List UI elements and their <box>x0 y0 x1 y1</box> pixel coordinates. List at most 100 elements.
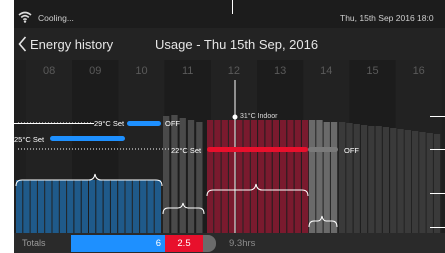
set-25-bar <box>50 136 125 141</box>
usage-bar <box>81 180 88 235</box>
usage-bar <box>147 180 154 235</box>
set-22-label: 22°C Set <box>171 146 202 155</box>
usage-bar <box>368 126 375 235</box>
usage-bar <box>52 180 59 235</box>
usage-bar <box>59 180 67 235</box>
set-22-bar <box>207 147 308 152</box>
callout-left-2 <box>0 149 14 150</box>
usage-bar <box>37 180 45 235</box>
usage-bar <box>390 128 397 235</box>
usage-bar <box>346 123 353 235</box>
hour-label-08: 08 <box>43 65 55 77</box>
hour-label-13: 13 <box>274 65 286 77</box>
usage-bar <box>412 131 419 235</box>
usage-bar <box>236 120 243 235</box>
usage-bar <box>294 120 301 235</box>
usage-bar <box>280 120 287 235</box>
total-heating: 2.5 <box>165 235 203 252</box>
usage-bar <box>397 129 404 235</box>
totals-bar: Totals 6 2.5 9.3hrs <box>14 233 445 253</box>
usage-bar <box>125 180 132 235</box>
usage-bar <box>207 120 214 235</box>
set-25-label: 25°C Set <box>14 135 45 144</box>
usage-bar <box>250 120 258 235</box>
usage-bar <box>74 180 81 235</box>
usage-bar <box>323 122 330 235</box>
usage-bar <box>132 180 140 235</box>
usage-bar <box>140 180 147 235</box>
callout-left-3 <box>0 180 14 181</box>
usage-bar <box>258 120 265 235</box>
usage-bar <box>89 180 96 235</box>
hour-label-14: 14 <box>320 65 332 77</box>
indoor-temp-marker <box>232 114 238 120</box>
usage-bar <box>221 120 228 235</box>
status-bar: Cooling... Thu, 15th Sep 2016 18:0 <box>14 8 445 28</box>
usage-bar <box>67 180 74 235</box>
usage-bar <box>171 115 178 235</box>
usage-bar <box>23 180 30 235</box>
usage-bar <box>96 180 103 235</box>
usage-bar <box>228 120 236 235</box>
usage-bar <box>309 120 316 235</box>
usage-bar <box>353 124 360 235</box>
header: Energy history Usage - Thu 15th Sep, 201… <box>14 28 445 60</box>
page-title: Usage - Thu 15th Sep, 2016 <box>155 37 319 52</box>
callout-right-3 <box>430 193 445 194</box>
usage-bar <box>404 130 411 235</box>
off-label-2: OFF <box>344 146 359 155</box>
set-29-label: 29°C Set <box>94 119 125 128</box>
usage-bar <box>214 120 221 235</box>
total-cooling: 6 <box>71 235 165 252</box>
back-button[interactable]: Energy history <box>18 35 113 53</box>
callout-right-4 <box>430 227 445 228</box>
callout-top <box>232 0 233 14</box>
hour-label-09: 09 <box>89 65 101 77</box>
usage-bar <box>265 120 272 235</box>
totals-label: Totals <box>22 238 46 248</box>
callout-left-1 <box>0 123 94 124</box>
hour-label-16: 16 <box>413 65 425 77</box>
usage-bar <box>110 180 118 235</box>
hour-label-11: 11 <box>182 65 193 77</box>
usage-chart[interactable]: 08 09 10 11 12 13 14 15 16 31°C Indoor 29°C Set … <box>14 60 445 235</box>
usage-bar <box>45 180 52 235</box>
usage-bar <box>196 122 203 235</box>
usage-bar <box>375 126 382 235</box>
usage-bar <box>163 116 170 235</box>
screen: Cooling... Thu, 15th Sep 2016 18:0 Energ… <box>14 0 445 253</box>
total-hours: 9.3hrs <box>229 238 256 249</box>
back-label: Energy history <box>30 36 114 52</box>
usage-bar <box>30 180 37 235</box>
usage-bar <box>339 122 346 235</box>
usage-bar <box>154 180 161 235</box>
wifi-icon <box>18 11 32 23</box>
set-29-bar <box>127 121 161 126</box>
off-label-1: OFF <box>165 119 180 128</box>
off-bar <box>308 147 338 152</box>
usage-bar <box>179 118 186 235</box>
usage-bar <box>287 120 294 235</box>
usage-bar <box>330 122 338 235</box>
usage-bar <box>187 120 195 235</box>
usage-bar <box>16 180 23 235</box>
status-datetime: Thu, 15th Sep 2016 18:0 <box>340 13 434 23</box>
usage-bar <box>301 120 309 235</box>
chevron-left-icon <box>18 36 27 52</box>
hour-label-15: 15 <box>366 65 378 77</box>
usage-bar <box>243 120 250 235</box>
callout-right-2 <box>430 149 445 150</box>
hour-label-12: 12 <box>228 65 240 77</box>
hour-label-10: 10 <box>135 65 147 77</box>
usage-bar <box>382 127 390 235</box>
callout-right-1 <box>430 116 445 117</box>
usage-bar <box>103 180 110 235</box>
usage-bar <box>360 125 368 235</box>
usage-chart-svg: 08 09 10 11 12 13 14 15 16 31°C Indoor 29°C Set … <box>14 60 442 235</box>
usage-bar <box>419 132 426 235</box>
status-text: Cooling... <box>38 13 74 23</box>
usage-bar <box>118 180 125 235</box>
usage-bar <box>272 120 279 235</box>
total-fan <box>203 235 216 252</box>
indoor-temp-label: 31°C Indoor <box>240 112 278 120</box>
